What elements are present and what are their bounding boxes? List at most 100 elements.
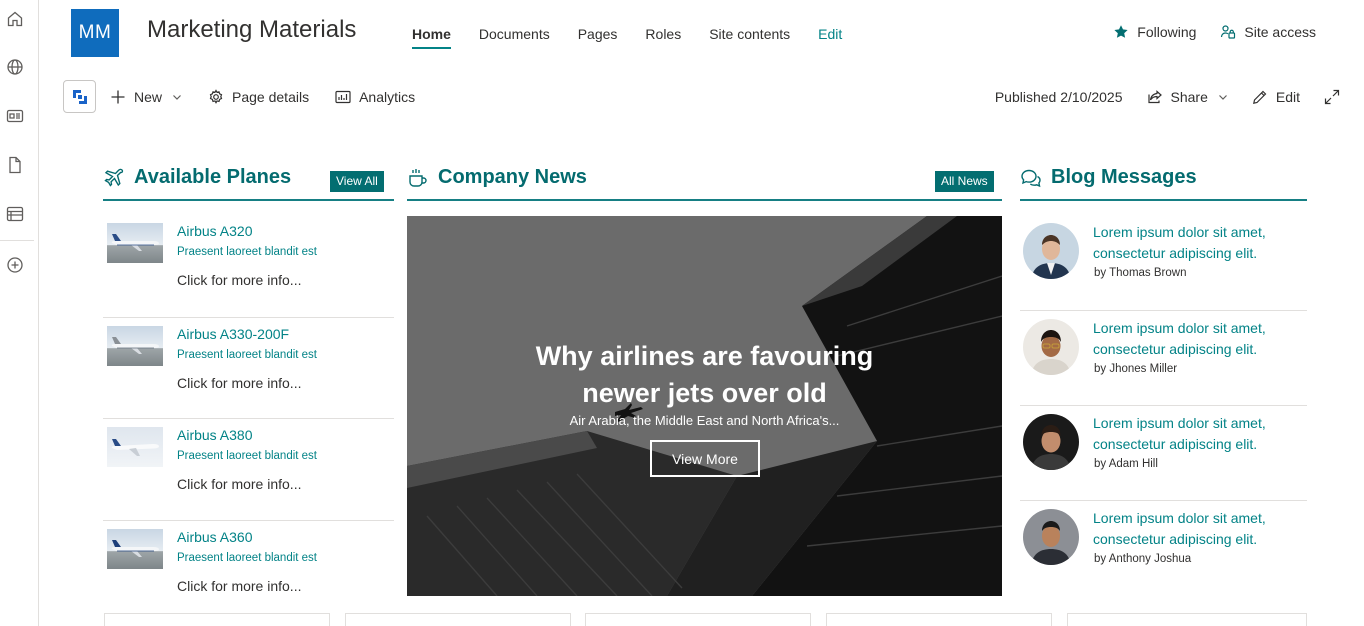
blog-title-text: Blog Messages: [1051, 166, 1197, 188]
document-icon[interactable]: [6, 156, 24, 174]
blog-post-title[interactable]: Lorem ipsum dolor sit amet, consectetur …: [1093, 413, 1303, 455]
chevron-down-icon: [1218, 95, 1227, 100]
airplane-icon: [104, 168, 124, 187]
blog-post-author: by Anthony Joshua: [1094, 553, 1192, 565]
plane-name[interactable]: Airbus A360: [177, 529, 253, 545]
blog-divider: [1020, 199, 1307, 201]
analytics-button[interactable]: Analytics: [335, 87, 415, 107]
hero-headline[interactable]: Why airlines are favouring newer jets ov…: [407, 338, 1002, 412]
plane-thumbnail: [107, 223, 163, 263]
hero-headline-line-2: newer jets over old: [582, 378, 827, 408]
page-details-button[interactable]: Page details: [208, 87, 309, 107]
list-item[interactable]: Airbus A380 Praesent laoreet blandit est…: [103, 418, 394, 520]
list-icon[interactable]: [6, 205, 24, 223]
plane-more-info-link[interactable]: Click for more info...: [177, 375, 301, 391]
list-item[interactable]: Airbus A320 Praesent laoreet blandit est…: [103, 215, 394, 317]
app-logo-icon: [72, 89, 87, 104]
blog-post-title[interactable]: Lorem ipsum dolor sit amet, consectetur …: [1093, 222, 1303, 264]
edit-page-button[interactable]: Edit: [1252, 87, 1300, 107]
blog-post-author: by Adam Hill: [1094, 458, 1158, 470]
list-item[interactable]: Lorem ipsum dolor sit amet, consectetur …: [1020, 310, 1307, 405]
app-logo[interactable]: [63, 80, 96, 113]
globe-icon[interactable]: [6, 58, 24, 76]
nav-edit[interactable]: Edit: [818, 26, 842, 48]
nav-site-contents[interactable]: Site contents: [709, 26, 790, 48]
plane-description: Praesent laoreet blandit est: [177, 348, 318, 361]
avatar: [1023, 414, 1079, 470]
published-status: Published 2/10/2025: [994, 89, 1123, 105]
nav-pages[interactable]: Pages: [578, 26, 618, 48]
expand-button[interactable]: [1324, 87, 1340, 107]
add-circle-icon[interactable]: [6, 256, 24, 274]
card[interactable]: [104, 613, 330, 626]
star-icon: [1114, 25, 1128, 38]
blog-list: Lorem ipsum dolor sit amet, consectetur …: [1020, 215, 1307, 595]
view-all-button[interactable]: View All: [330, 171, 384, 192]
rail-divider: [0, 240, 34, 241]
blog-section-title: Blog Messages: [1020, 166, 1197, 189]
plane-name[interactable]: Airbus A380: [177, 427, 253, 443]
site-title[interactable]: Marketing Materials: [147, 16, 356, 44]
planes-section-title: Available Planes: [103, 166, 291, 189]
planes-title-text: Available Planes: [134, 166, 292, 188]
command-bar: New Page details Analytics: [110, 87, 441, 107]
list-item[interactable]: Lorem ipsum dolor sit amet, consectetur …: [1020, 500, 1307, 595]
news-icon[interactable]: [6, 107, 24, 125]
page-details-label: Page details: [232, 89, 310, 105]
blog-post-author: by Jhones Miller: [1094, 363, 1178, 375]
planes-divider: [103, 199, 394, 201]
share-button[interactable]: Share: [1147, 87, 1228, 107]
share-icon: [1147, 90, 1162, 104]
chevron-down-icon: [173, 95, 181, 100]
nav-documents[interactable]: Documents: [479, 26, 550, 48]
pencil-icon: [1252, 90, 1267, 104]
edit-label: Edit: [1275, 89, 1300, 105]
home-icon[interactable]: [6, 10, 24, 28]
avatar: [1023, 223, 1079, 279]
list-item[interactable]: Airbus A360 Praesent laoreet blandit est…: [103, 519, 394, 622]
top-navigation: Home Documents Pages Roles Site contents…: [412, 26, 870, 49]
list-item[interactable]: Lorem ipsum dolor sit amet, consectetur …: [1020, 405, 1307, 500]
nav-home[interactable]: Home: [412, 26, 451, 49]
avatar: [1023, 509, 1079, 565]
plane-description: Praesent laoreet blandit est: [177, 450, 318, 462]
share-label: Share: [1170, 89, 1208, 105]
expand-icon: [1324, 89, 1340, 105]
plane-more-info-link[interactable]: Click for more info...: [177, 476, 301, 492]
plane-name[interactable]: Airbus A320: [177, 223, 253, 239]
site-access-button[interactable]: Site access: [1220, 24, 1316, 40]
card[interactable]: [585, 613, 811, 626]
analytics-label: Analytics: [359, 89, 416, 105]
all-news-button[interactable]: All News: [935, 171, 994, 192]
nav-roles[interactable]: Roles: [645, 26, 681, 48]
site-logo[interactable]: MM: [71, 9, 119, 57]
coffee-cup-icon: [409, 168, 427, 187]
blog-post-title[interactable]: Lorem ipsum dolor sit amet, consectetur …: [1093, 508, 1303, 550]
plane-more-info-link[interactable]: Click for more info...: [177, 272, 301, 288]
view-more-button[interactable]: View More: [650, 440, 760, 477]
plus-icon: [111, 90, 125, 104]
avatar: [1023, 319, 1079, 375]
list-item[interactable]: Lorem ipsum dolor sit amet, consectetur …: [1020, 215, 1307, 310]
list-item[interactable]: Airbus A330-200F Praesent laoreet blandi…: [103, 316, 394, 419]
plane-name[interactable]: Airbus A330-200F: [177, 326, 289, 342]
news-section-title: Company News: [407, 166, 587, 189]
page-actions: Published 2/10/2025 Share Edit: [995, 87, 1340, 107]
hero-subtitle: Air Arabia, the Middle East and North Af…: [569, 413, 840, 428]
news-hero[interactable]: Why airlines are favouring newer jets ov…: [407, 216, 1002, 596]
plane-thumbnail: [107, 528, 163, 569]
plane-description: Praesent laoreet blandit est: [177, 551, 318, 564]
plane-more-info-link[interactable]: Click for more info...: [177, 578, 301, 594]
plane-thumbnail: [107, 325, 163, 366]
card[interactable]: [826, 613, 1052, 626]
card[interactable]: [1067, 613, 1307, 626]
news-title-text: Company News: [438, 166, 587, 188]
blog-post-title[interactable]: Lorem ipsum dolor sit amet, consectetur …: [1093, 318, 1303, 360]
following-button[interactable]: Following: [1113, 24, 1196, 40]
plane-description: Praesent laoreet blandit est: [177, 246, 318, 258]
card[interactable]: [345, 613, 571, 626]
new-button[interactable]: New: [110, 87, 182, 107]
people-lock-icon: [1221, 25, 1236, 39]
chat-bubbles-icon: [1021, 169, 1041, 187]
planes-list: Airbus A320 Praesent laoreet blandit est…: [103, 215, 394, 621]
